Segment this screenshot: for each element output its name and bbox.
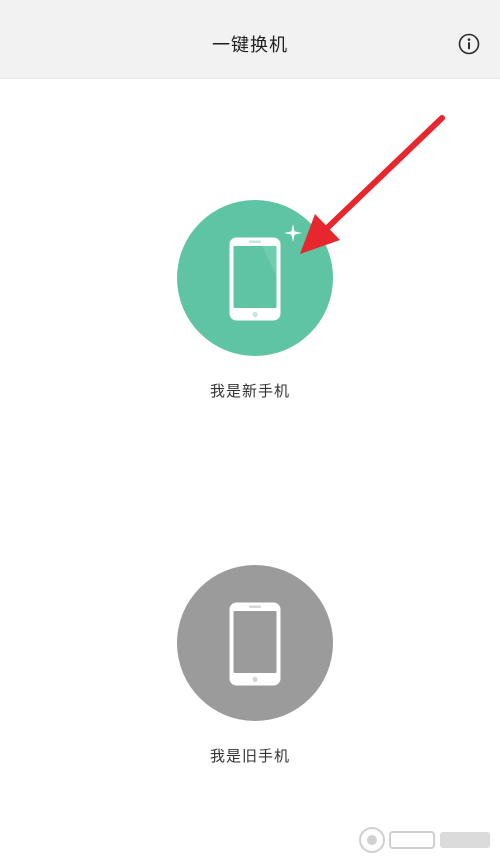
old-phone-label[interactable]: 我是旧手机	[0, 745, 500, 766]
page-title: 一键换机	[212, 35, 288, 56]
new-phone-button[interactable]	[177, 200, 333, 356]
old-phone-button[interactable]	[177, 565, 333, 721]
new-phone-label[interactable]: 我是新手机	[0, 380, 500, 401]
red-arrow-icon	[300, 115, 445, 254]
phone-icon	[229, 237, 281, 321]
baidu-jingyan-watermark	[359, 827, 490, 853]
phone-icon	[229, 602, 281, 686]
sparkle-icon	[284, 224, 302, 242]
app-screen: 一键换机 我是新手机 我是旧手机	[0, 0, 500, 865]
info-icon[interactable]	[458, 33, 480, 55]
title-bar: 一键换机	[0, 0, 500, 79]
